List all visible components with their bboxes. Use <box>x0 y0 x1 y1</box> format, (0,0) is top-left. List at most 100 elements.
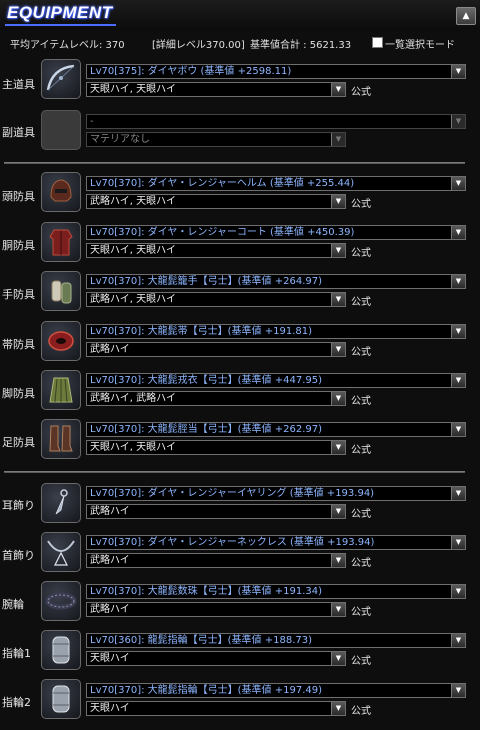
chevron-down-icon: ▼ <box>451 423 465 436</box>
coat-icon[interactable] <box>41 222 81 262</box>
item-select-waist[interactable]: Lv70[370]: 大龍髭帯【弓士】(基準値 +191.81) ▼ <box>86 324 466 339</box>
official-label: 公式 <box>351 347 371 358</box>
materia-select-ring-2[interactable]: 天眼ハイ ▼ <box>86 701 346 716</box>
item-select-head[interactable]: Lv70[370]: ダイヤ・レンジャーヘルム (基準値 +255.44) ▼ <box>86 176 466 191</box>
necklace-icon[interactable] <box>41 532 81 572</box>
item-select-main-hand[interactable]: Lv70[375]: ダイヤボウ (基準値 +2598.11) ▼ <box>86 64 466 79</box>
chevron-down-icon: ▼ <box>451 585 465 598</box>
item-select-body[interactable]: Lv70[370]: ダイヤ・レンジャーコート (基準値 +450.39) ▼ <box>86 225 466 240</box>
slot-label-earrings: 耳飾り <box>2 499 35 512</box>
materia-select-off-hand: マテリアなし ▼ <box>86 132 346 147</box>
slot-label-ring-2: 指輪2 <box>2 696 31 709</box>
chevron-down-icon: ▼ <box>451 65 465 78</box>
chevron-down-icon: ▼ <box>451 177 465 190</box>
slot-label-body: 胴防具 <box>2 239 35 252</box>
helm-icon[interactable] <box>41 172 81 212</box>
official-label: 公式 <box>351 607 371 618</box>
chevron-down-icon: ▼ <box>451 115 465 128</box>
belt-icon[interactable] <box>41 321 81 361</box>
slot-label-off-hand: 副道具 <box>2 126 35 139</box>
item-select-legs[interactable]: Lv70[370]: 大龍髭戎衣【弓士】(基準値 +447.95) ▼ <box>86 373 466 388</box>
chevron-down-icon: ▼ <box>331 603 345 616</box>
materia-select-hands[interactable]: 武略ハイ, 天眼ハイ ▼ <box>86 292 346 307</box>
detail-level: [詳細レベル370.00] <box>152 40 245 51</box>
boots-icon[interactable] <box>41 419 81 459</box>
item-select-ring-1[interactable]: Lv70[360]: 龍髭指輪【弓士】(基準値 +188.73) ▼ <box>86 633 466 648</box>
slot-label-main-hand: 主道具 <box>2 78 35 91</box>
chevron-down-icon: ▼ <box>331 652 345 665</box>
materia-select-feet[interactable]: 天眼ハイ, 天眼ハイ ▼ <box>86 440 346 455</box>
list-select-mode-checkbox[interactable] <box>372 37 383 48</box>
chevron-down-icon: ▼ <box>451 226 465 239</box>
official-label: 公式 <box>351 656 371 667</box>
chevron-down-icon: ▼ <box>331 244 345 257</box>
list-select-mode-label: 一覧選択モード <box>385 40 455 51</box>
chevron-down-icon: ▼ <box>331 195 345 208</box>
item-select-hands[interactable]: Lv70[370]: 大龍髭籠手【弓士】(基準値 +264.97) ▼ <box>86 274 466 289</box>
item-select-off-hand: - ▼ <box>86 114 466 129</box>
chevron-down-icon: ▼ <box>331 702 345 715</box>
slot-label-head: 頭防具 <box>2 190 35 203</box>
chevron-down-icon: ▼ <box>331 505 345 518</box>
chevron-down-icon: ▼ <box>451 275 465 288</box>
slot-label-bracelet: 腕輪 <box>2 598 24 611</box>
slot-label-necklace: 首飾り <box>2 549 35 562</box>
chevron-down-icon: ▼ <box>451 325 465 338</box>
average-item-level: 平均アイテムレベル: 370 <box>10 40 125 51</box>
bow-icon[interactable] <box>41 59 81 99</box>
chevron-down-icon: ▼ <box>331 343 345 356</box>
materia-select-head[interactable]: 武略ハイ, 天眼ハイ ▼ <box>86 194 346 209</box>
chevron-down-icon: ▼ <box>451 374 465 387</box>
official-label: 公式 <box>351 558 371 569</box>
base-value-total: 基準値合計 : 5621.33 <box>250 40 352 51</box>
chevron-down-icon: ▼ <box>451 536 465 549</box>
collapse-button[interactable]: ▲ <box>456 7 476 25</box>
section-divider <box>4 471 465 473</box>
materia-select-waist[interactable]: 武略ハイ ▼ <box>86 342 346 357</box>
official-label: 公式 <box>351 396 371 407</box>
materia-select-earrings[interactable]: 武略ハイ ▼ <box>86 504 346 519</box>
official-label: 公式 <box>351 248 371 259</box>
chevron-down-icon: ▼ <box>331 441 345 454</box>
official-label: 公式 <box>351 297 371 308</box>
materia-select-ring-1[interactable]: 天眼ハイ ▼ <box>86 651 346 666</box>
item-select-earrings[interactable]: Lv70[370]: ダイヤ・レンジャーイヤリング (基準値 +193.94) ▼ <box>86 486 466 501</box>
official-label: 公式 <box>351 509 371 520</box>
slot-label-waist: 帯防具 <box>2 338 35 351</box>
gloves-icon[interactable] <box>41 271 81 311</box>
ring-icon[interactable] <box>41 630 81 670</box>
materia-select-main-hand[interactable]: 天眼ハイ, 天眼ハイ ▼ <box>86 82 346 97</box>
ring-icon[interactable] <box>41 679 81 719</box>
materia-select-necklace[interactable]: 武略ハイ ▼ <box>86 553 346 568</box>
bracelet-icon[interactable] <box>41 581 81 621</box>
official-label: 公式 <box>351 199 371 210</box>
chevron-down-icon: ▼ <box>331 293 345 306</box>
section-divider <box>4 162 465 164</box>
summary-bar: 平均アイテムレベル: 370 [詳細レベル370.00] 基準値合計 : 562… <box>0 36 480 52</box>
slot-label-legs: 脚防具 <box>2 387 35 400</box>
chevron-down-icon: ▼ <box>331 554 345 567</box>
earring-icon[interactable] <box>41 483 81 523</box>
materia-select-legs[interactable]: 武略ハイ, 武略ハイ ▼ <box>86 391 346 406</box>
item-select-feet[interactable]: Lv70[370]: 大龍髭脛当【弓士】(基準値 +262.97) ▼ <box>86 422 466 437</box>
panel-header: EQUIPMENT ▲ <box>0 0 480 30</box>
chevron-down-icon: ▼ <box>451 487 465 500</box>
slot-label-hands: 手防具 <box>2 288 35 301</box>
official-label: 公式 <box>351 706 371 717</box>
panel-title: EQUIPMENT <box>5 2 116 26</box>
item-select-necklace[interactable]: Lv70[370]: ダイヤ・レンジャーネックレス (基準値 +193.94) ▼ <box>86 535 466 550</box>
item-select-bracelet[interactable]: Lv70[370]: 大龍髭数珠【弓士】(基準値 +191.34) ▼ <box>86 584 466 599</box>
chevron-down-icon: ▼ <box>331 83 345 96</box>
chevron-down-icon: ▼ <box>451 634 465 647</box>
materia-select-body[interactable]: 天眼ハイ, 天眼ハイ ▼ <box>86 243 346 258</box>
skirt-icon[interactable] <box>41 370 81 410</box>
slot-label-ring-1: 指輪1 <box>2 647 31 660</box>
chevron-down-icon: ▼ <box>331 133 345 146</box>
empty-slot-icon[interactable] <box>41 110 81 150</box>
materia-select-bracelet[interactable]: 武略ハイ ▼ <box>86 602 346 617</box>
item-select-ring-2[interactable]: Lv70[370]: 大龍髭指輪【弓士】(基準値 +197.49) ▼ <box>86 683 466 698</box>
chevron-down-icon: ▼ <box>451 684 465 697</box>
chevron-down-icon: ▼ <box>331 392 345 405</box>
slot-label-feet: 足防具 <box>2 436 35 449</box>
official-label: 公式 <box>351 445 371 456</box>
